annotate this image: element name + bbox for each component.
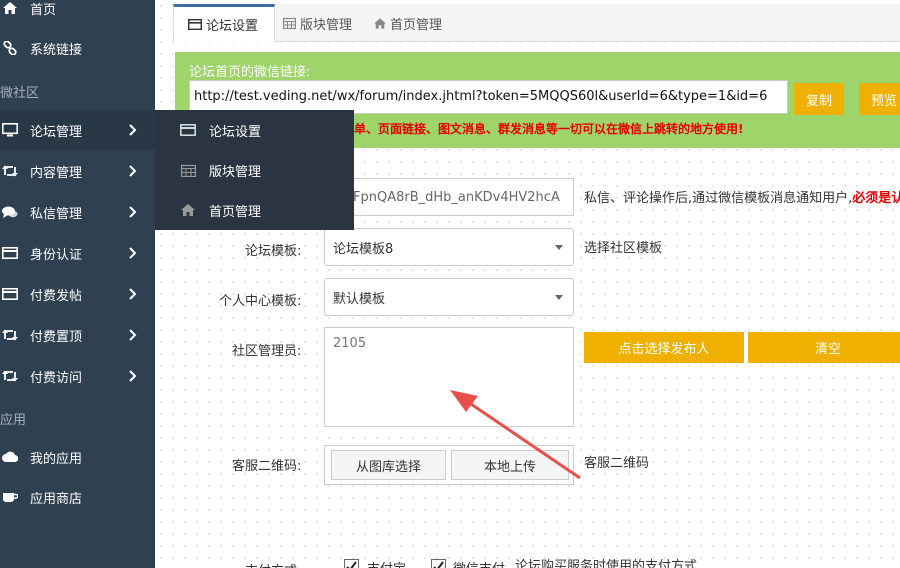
- arrow-head: [450, 390, 478, 412]
- annotation-arrow: [450, 390, 581, 480]
